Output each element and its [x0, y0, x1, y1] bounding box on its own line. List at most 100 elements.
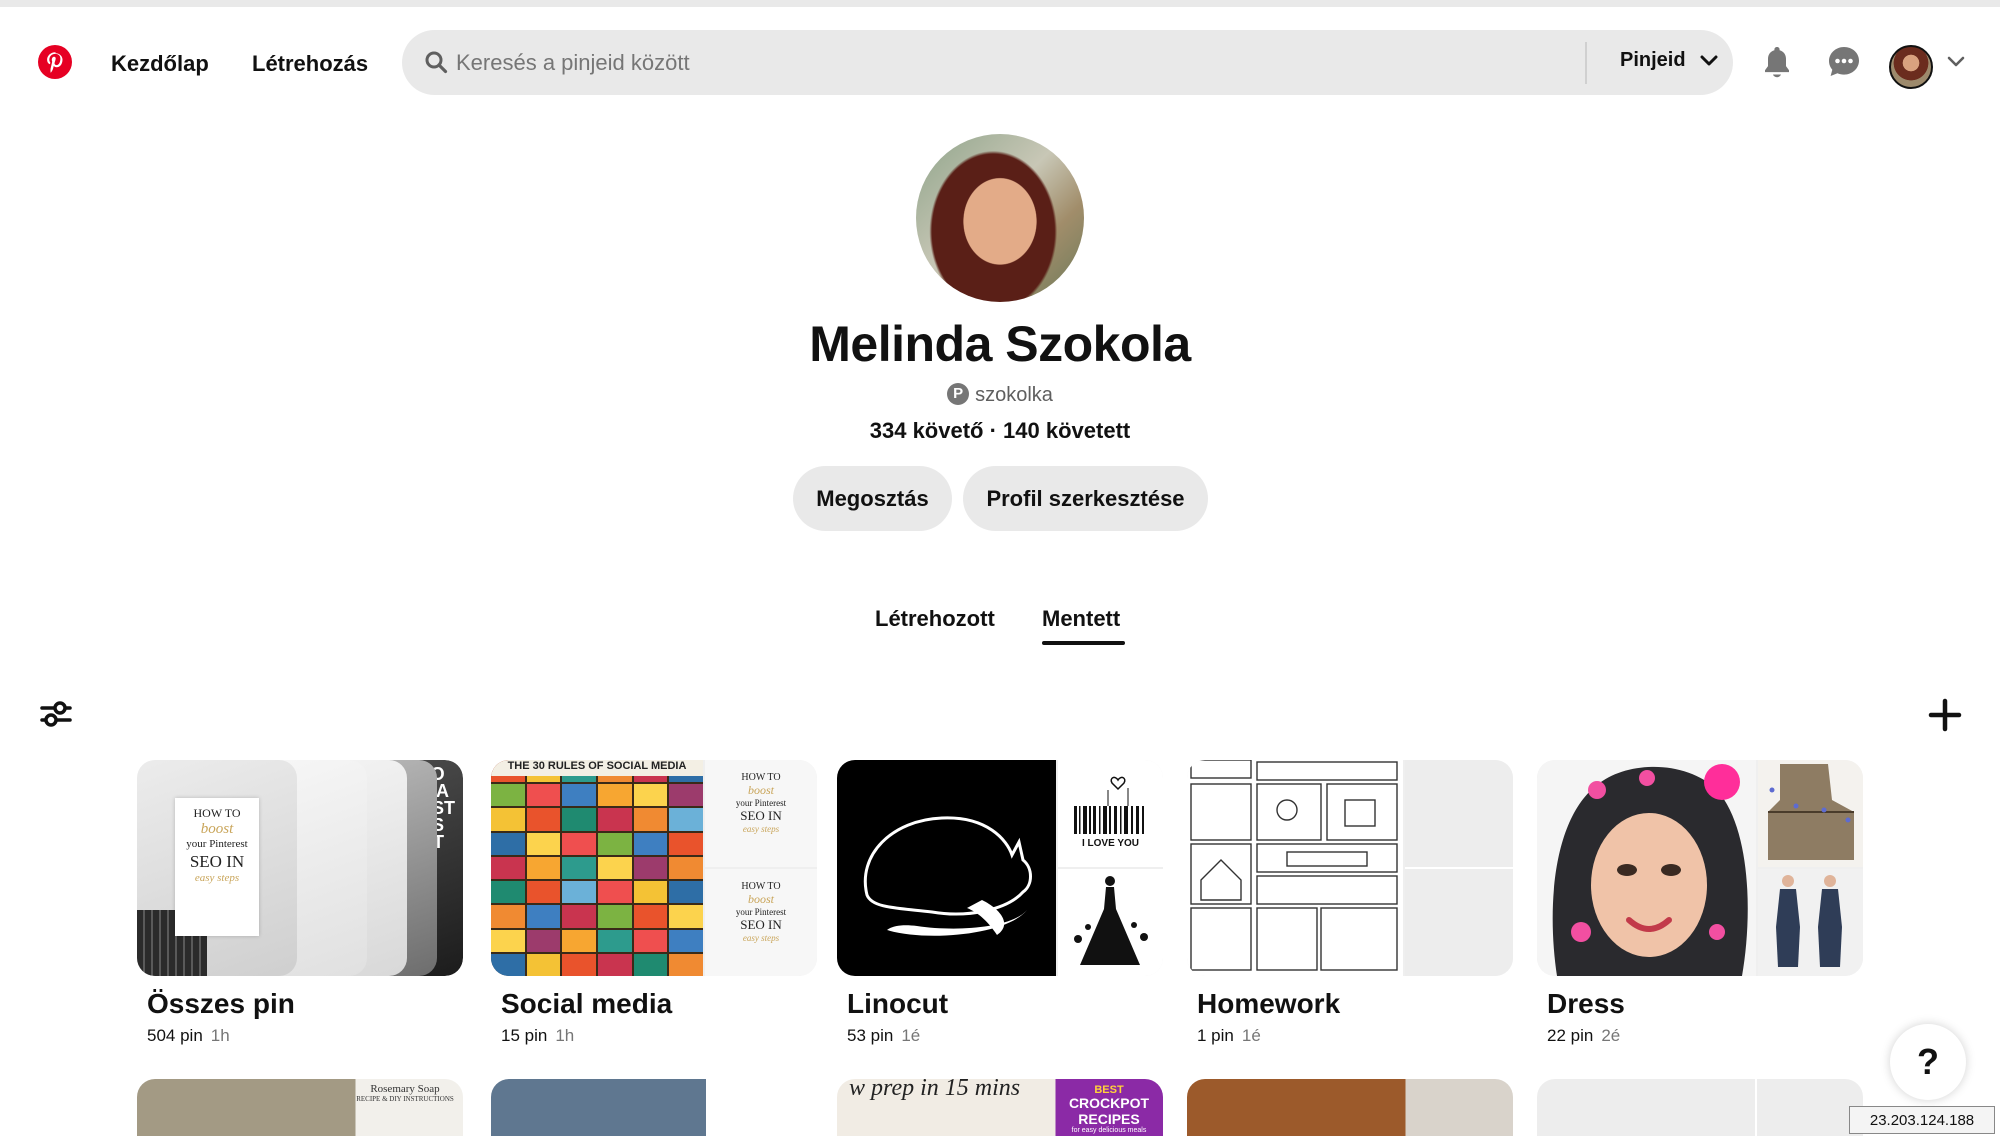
seo-card-line: your Pinterest	[186, 838, 248, 851]
love-you-text: I LOVE YOU	[1081, 838, 1140, 849]
board-meta: 53 pin 1é	[847, 1026, 920, 1046]
seo-card-line: boost	[200, 821, 234, 838]
seo-card-line: boost	[747, 892, 774, 906]
nav-home-link[interactable]: Kezdőlap	[111, 51, 209, 77]
following-count[interactable]: 140 követett	[1003, 418, 1130, 443]
soap-subtitle: RECIPE & DIY INSTRUCTIONS	[356, 1095, 454, 1103]
follow-separator: ·	[983, 418, 1004, 443]
social-media-rules-title: THE 30 RULES OF SOCIAL MEDIA	[491, 760, 703, 776]
crockpot-title-text: CROCKPOT RECIPES	[1068, 1095, 1150, 1127]
seo-card-line: easy steps	[194, 871, 240, 884]
board-cover: THE 30 RULES OF SOCIAL MEDIA HOW TO boos…	[491, 760, 817, 976]
search-bar: Pinjeid	[402, 30, 1733, 95]
seo-card-line: SEO IN	[740, 808, 782, 823]
help-button[interactable]: ?	[1890, 1024, 1966, 1100]
board-cover: TO P A EST SS NT HOW TO boost your Pinte…	[137, 760, 463, 976]
search-icon	[425, 51, 448, 74]
board-card-partial[interactable]: w prep in 15 mins BEST CROCKPOT RECIPES …	[837, 1079, 1163, 1136]
meal-prep-text: w prep in 15 mins	[849, 1079, 1021, 1101]
board-pin-count: 53 pin	[847, 1026, 894, 1045]
add-plus-icon[interactable]	[1926, 696, 1964, 734]
profile-name: Melinda Szokola	[809, 316, 1191, 372]
empty-cover-slot	[1405, 760, 1513, 976]
seo-card-line: your Pinterest	[735, 798, 787, 808]
crockpot-best-text: BEST	[1094, 1084, 1124, 1096]
seo-card-line: boost	[747, 783, 774, 797]
board-meta: 22 pin 2é	[1547, 1026, 1620, 1046]
edit-profile-button[interactable]: Profil szerkesztése	[963, 466, 1208, 531]
profile-avatar	[916, 134, 1084, 302]
board-pin-count: 1 pin	[1197, 1026, 1234, 1045]
seo-card-line: HOW TO	[741, 772, 781, 783]
chat-icon[interactable]	[1822, 40, 1866, 84]
crockpot-subtitle-text: for easy delicious meals	[1071, 1127, 1147, 1135]
seo-card-line: easy steps	[742, 824, 780, 834]
search-input[interactable]	[456, 30, 1456, 95]
active-tab-underline	[1042, 641, 1125, 645]
search-scope-dropdown[interactable]: Pinjeid	[1620, 49, 1718, 72]
board-meta: 504 pin 1h	[147, 1026, 230, 1046]
crockpot-recipes-text: BEST CROCKPOT RECIPES for easy delicious…	[1061, 1081, 1157, 1135]
nav-create-link[interactable]: Létrehozás	[252, 51, 368, 77]
ip-address-badge: 23.203.124.188	[1849, 1106, 1995, 1134]
account-avatar[interactable]	[1889, 45, 1933, 89]
follow-stats: 334 követő · 140 követett	[0, 418, 2000, 444]
board-card-partial[interactable]	[1187, 1079, 1513, 1136]
bell-icon[interactable]	[1755, 40, 1799, 84]
board-card[interactable]: TO P A EST SS NT HOW TO boost your Pinte…	[137, 760, 463, 1045]
soap-title: Rosemary Soap	[370, 1083, 440, 1095]
board-meta: 15 pin 1h	[501, 1026, 574, 1046]
board-age: 1é	[1241, 1026, 1261, 1045]
pinterest-mini-icon	[947, 383, 970, 405]
profile-handle: szokolka	[0, 383, 2000, 407]
pin-preview: HOW TO boost your Pinterest SEO IN easy …	[137, 760, 297, 976]
followers-count[interactable]: 334 követő	[870, 418, 984, 443]
board-meta: 1 pin 1é	[1197, 1026, 1261, 1046]
dress-models-image	[1758, 869, 1863, 976]
seo-card-line: easy steps	[742, 933, 780, 943]
profile-handle-text: szokolka	[975, 384, 1053, 406]
linocut-cat-image	[837, 760, 1056, 976]
board-cover: I LOVE YOU	[837, 760, 1163, 976]
board-age: 1é	[901, 1026, 921, 1045]
dress-silhouette-image	[1058, 869, 1163, 976]
seo-card: HOW TO boost your Pinterest SEO IN easy …	[705, 869, 817, 976]
pinterest-logo-icon[interactable]	[38, 45, 72, 79]
browser-top-line	[0, 0, 2000, 7]
board-title: Social media	[501, 988, 673, 1019]
share-button[interactable]: Megosztás	[793, 466, 952, 531]
board-age: 2é	[1601, 1026, 1621, 1045]
board-title: Dress	[1547, 988, 1625, 1019]
board-card-partial[interactable]	[491, 1079, 817, 1136]
seo-card-line: your Pinterest	[735, 907, 787, 917]
seo-card: HOW TO boost your Pinterest SEO IN easy …	[175, 798, 259, 936]
chair-cover-image	[1758, 760, 1863, 867]
board-card[interactable]: I LOVE YOU Linocut 53 pin 1é	[837, 760, 1163, 1045]
board-pin-count: 504 pin	[147, 1026, 203, 1045]
account-menu-chevron-down-icon[interactable]	[1946, 55, 1966, 69]
chevron-down-icon	[1700, 55, 1718, 66]
board-card[interactable]: Homework 1 pin 1é	[1187, 760, 1513, 1045]
seo-card: HOW TO boost your Pinterest SEO IN easy …	[705, 760, 817, 867]
filter-sliders-icon[interactable]	[38, 698, 74, 730]
search-scope-label: Pinjeid	[1620, 49, 1686, 71]
board-card-partial[interactable]	[1537, 1079, 1863, 1136]
top-navigation: Kezdőlap Létrehozás Pinjeid	[0, 7, 2000, 117]
board-age: 1h	[555, 1026, 575, 1045]
board-card[interactable]: THE 30 RULES OF SOCIAL MEDIA HOW TO boos…	[491, 760, 817, 1045]
board-cover	[1537, 760, 1863, 976]
board-card-partial[interactable]: Rosemary Soap RECIPE & DIY INSTRUCTIONS	[137, 1079, 463, 1136]
board-cover	[1187, 760, 1513, 976]
seo-card-line: SEO IN	[189, 851, 245, 871]
barcode-love-image: I LOVE YOU	[1058, 760, 1163, 867]
search-divider	[1585, 42, 1587, 84]
seo-card-line: SEO IN	[740, 917, 782, 932]
tab-saved[interactable]: Mentett	[1042, 606, 1120, 632]
board-pin-count: 15 pin	[501, 1026, 548, 1045]
board-title: Összes pin	[147, 988, 295, 1019]
board-age: 1h	[210, 1026, 230, 1045]
board-title: Homework	[1197, 988, 1341, 1019]
tab-created[interactable]: Létrehozott	[875, 606, 995, 632]
board-title: Linocut	[847, 988, 949, 1019]
board-card[interactable]: Dress 22 pin 2é	[1537, 760, 1863, 1045]
